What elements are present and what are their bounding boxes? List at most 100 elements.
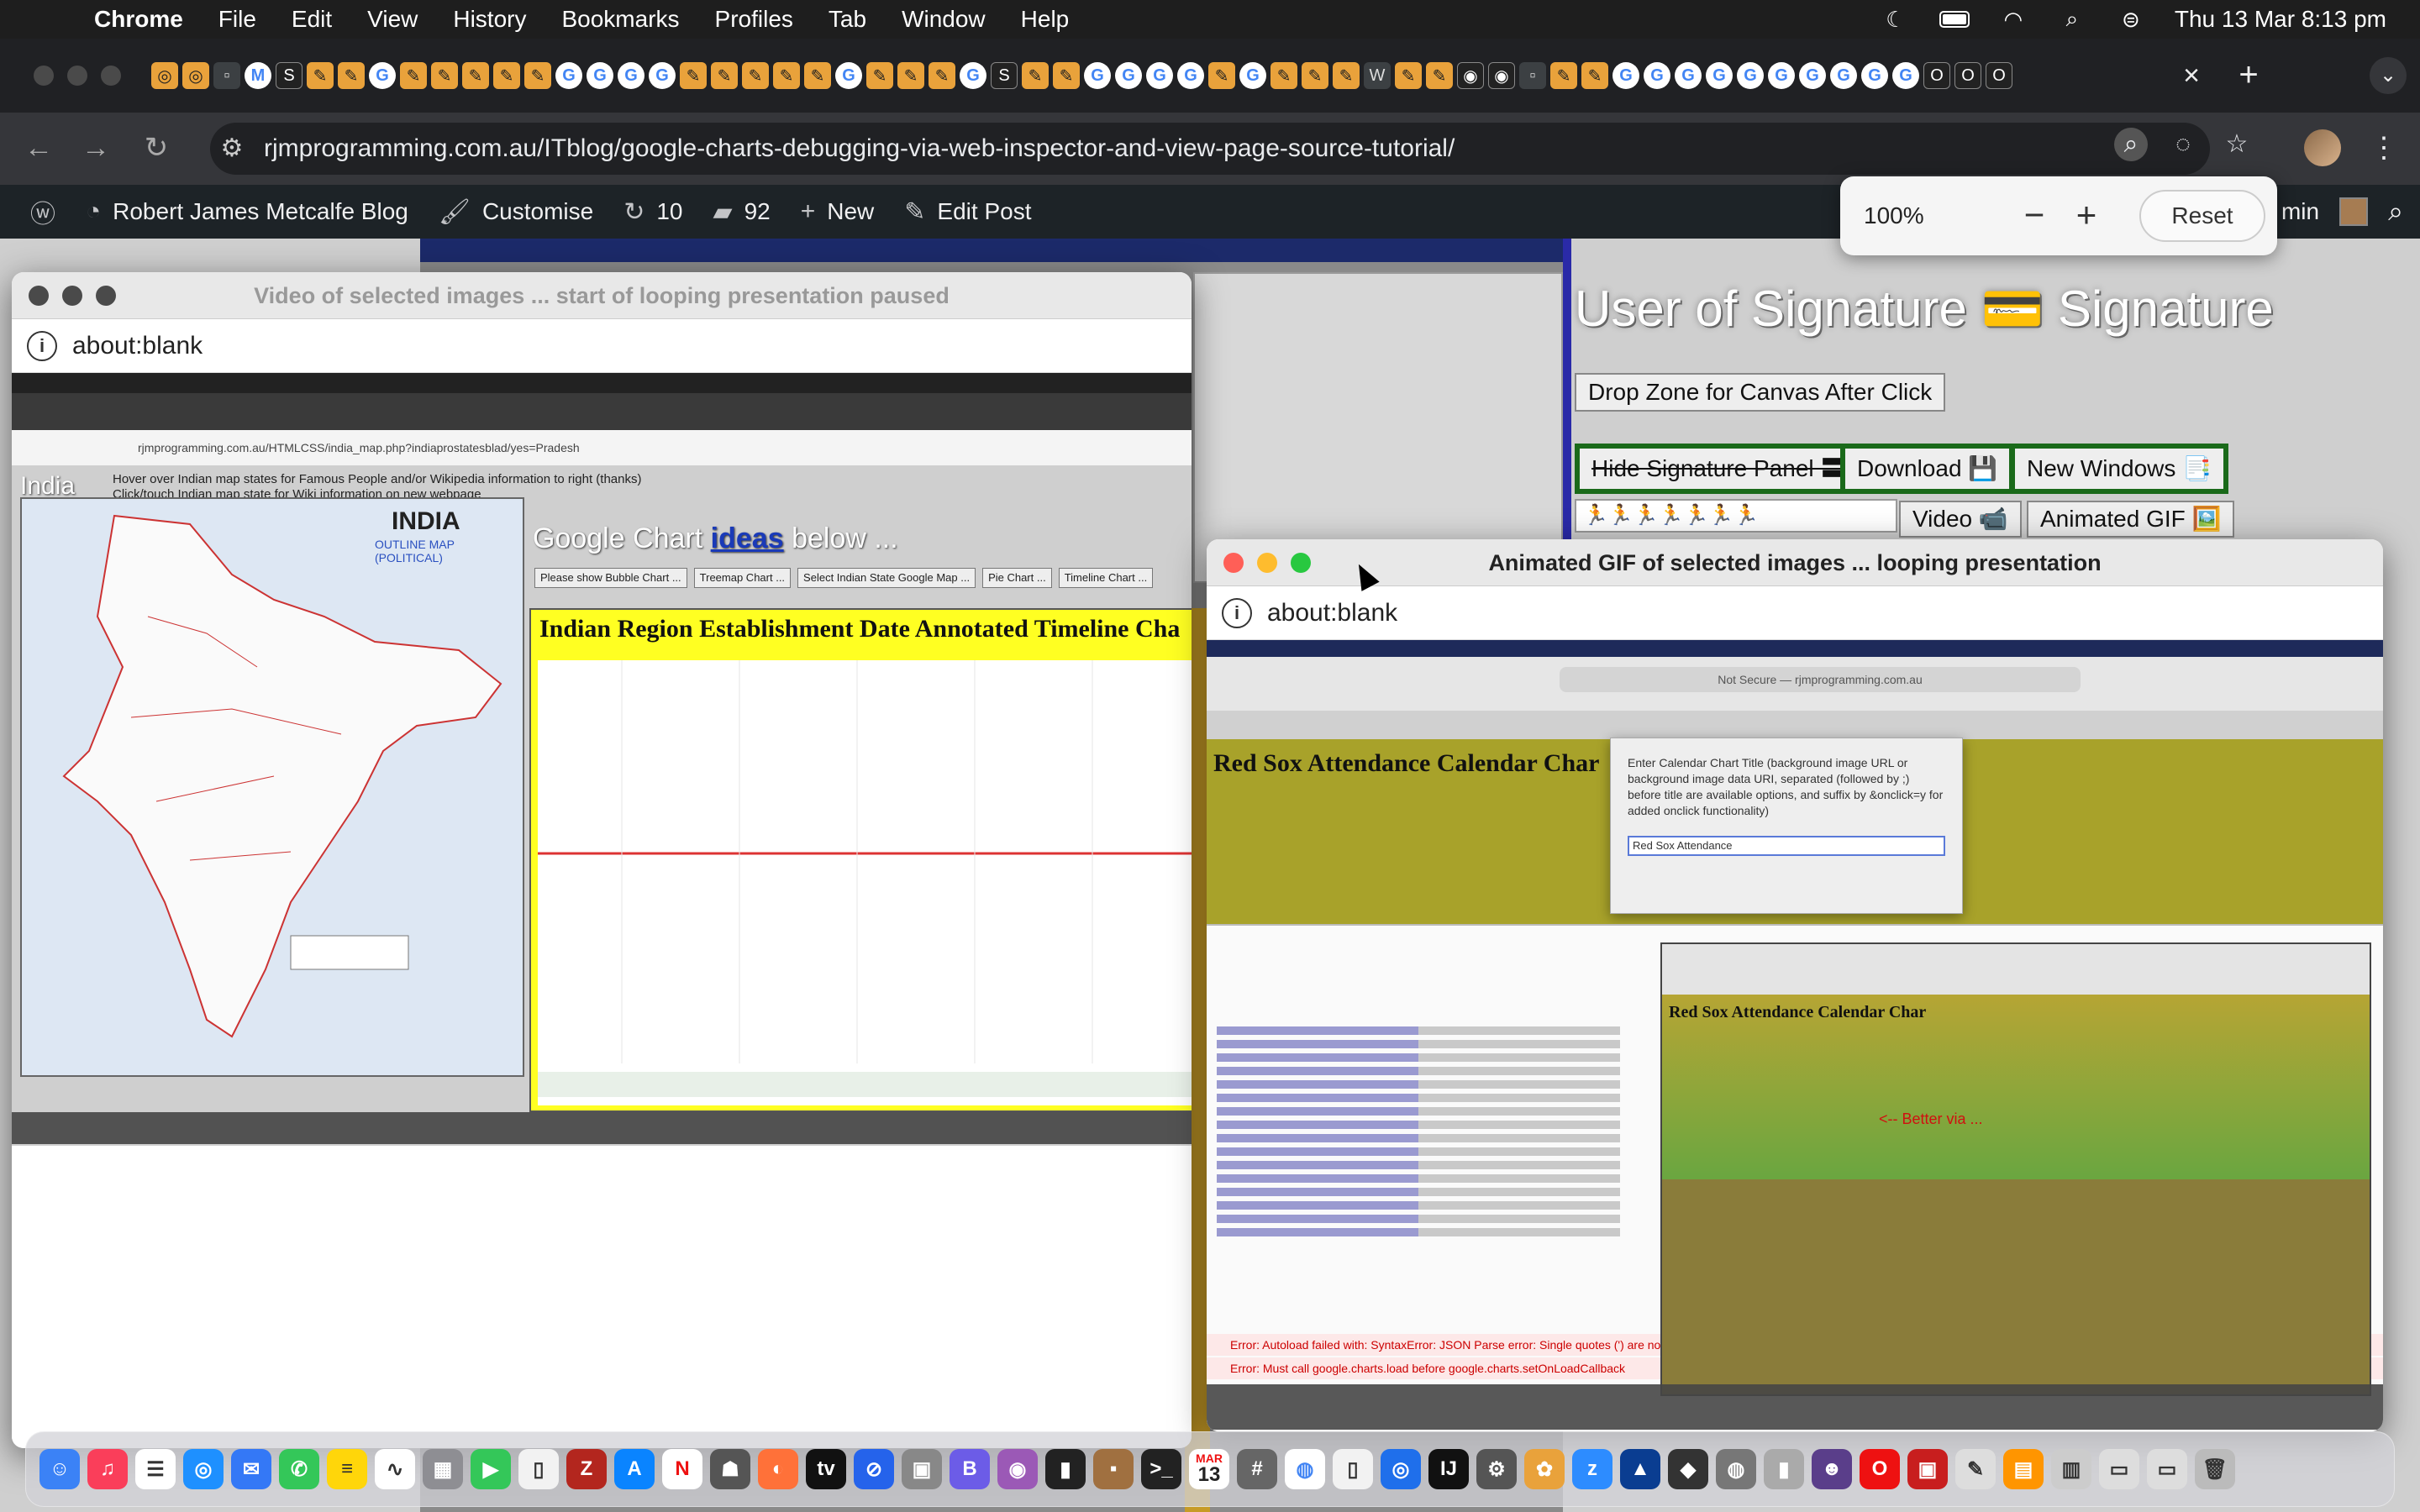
- app-icon-4[interactable]: ▮: [1764, 1449, 1804, 1489]
- tab-favicon-google[interactable]: G: [1830, 62, 1857, 89]
- menu-window[interactable]: Window: [902, 6, 986, 33]
- menu-edit[interactable]: Edit: [292, 6, 332, 33]
- app-store-icon[interactable]: A: [614, 1449, 655, 1489]
- blocker-icon[interactable]: ⊘: [854, 1449, 894, 1489]
- timeline-chart-button[interactable]: Timeline Chart ...: [1058, 568, 1154, 588]
- wp-updates-link[interactable]: ↻ 10: [623, 197, 682, 227]
- wp-edit-post-link[interactable]: ✎ Edit Post: [904, 197, 1031, 227]
- tab-favicon[interactable]: ✎: [773, 62, 800, 89]
- tab-favicon[interactable]: ✎: [400, 62, 427, 89]
- forward-arrow-icon[interactable]: →: [77, 129, 114, 166]
- reminders-icon[interactable]: ☰: [135, 1449, 176, 1489]
- tab-favicon[interactable]: W: [1364, 62, 1391, 89]
- wifi-icon[interactable]: ◠: [1998, 7, 2028, 32]
- app-icon-2[interactable]: ✿: [1524, 1449, 1565, 1489]
- tab-favicon-google[interactable]: G: [1737, 62, 1764, 89]
- wp-search-icon[interactable]: ⌕: [2388, 196, 2403, 228]
- tab-favicon-google[interactable]: G: [649, 62, 676, 89]
- tab-favicon-google[interactable]: G: [1768, 62, 1795, 89]
- tab-favicon-google[interactable]: G: [618, 62, 644, 89]
- textedit-icon[interactable]: ▯: [1333, 1449, 1373, 1489]
- tab-favicon[interactable]: O: [1986, 62, 2012, 89]
- tab-favicon[interactable]: ✎: [742, 62, 769, 89]
- window-thumbnail-icon[interactable]: ▭: [2099, 1449, 2139, 1489]
- finder-icon[interactable]: ☺: [39, 1449, 80, 1489]
- tab-favicon[interactable]: ✎: [897, 62, 924, 89]
- messages-icon[interactable]: ✆: [279, 1449, 319, 1489]
- tab-favicon[interactable]: ▫: [1519, 62, 1546, 89]
- zoom-out-button[interactable]: −: [2013, 195, 2055, 237]
- facetime-icon[interactable]: ▶: [471, 1449, 511, 1489]
- tab-favicon-google[interactable]: G: [369, 62, 396, 89]
- tab-favicon-google[interactable]: G: [1861, 62, 1888, 89]
- tab-favicon-google[interactable]: G: [1644, 62, 1670, 89]
- tab-favicon[interactable]: ✎: [680, 62, 707, 89]
- app-icon[interactable]: ▪: [1093, 1449, 1134, 1489]
- tab-favicon[interactable]: S: [276, 62, 302, 89]
- app-icon-3[interactable]: ▲: [1620, 1449, 1660, 1489]
- zoom-magnifier-icon[interactable]: ⌕: [2114, 128, 2148, 161]
- prompt-dialog-input[interactable]: Red Sox Attendance: [1628, 836, 1945, 856]
- news-icon[interactable]: N: [662, 1449, 702, 1489]
- wp-user-greeting[interactable]: min: [2281, 198, 2319, 225]
- control-center-icon[interactable]: ⊜: [2116, 7, 2146, 32]
- moon-icon[interactable]: ☾: [1881, 7, 1911, 32]
- calendar-icon[interactable]: MAR 13: [1189, 1449, 1229, 1489]
- animated-gif-button[interactable]: Animated GIF 🖼️: [2027, 501, 2235, 538]
- tab-favicon[interactable]: ✎: [524, 62, 551, 89]
- tab-favicon-google[interactable]: G: [1706, 62, 1733, 89]
- state-map-select[interactable]: Select Indian State Google Map ...: [797, 568, 976, 588]
- menu-help[interactable]: Help: [1021, 6, 1070, 33]
- battery-icon[interactable]: [1939, 8, 1970, 31]
- tab-favicon-google[interactable]: G: [1115, 62, 1142, 89]
- video-button[interactable]: Video 📹: [1899, 501, 2022, 538]
- menu-file[interactable]: File: [218, 6, 256, 33]
- tab-favicon-google[interactable]: G: [555, 62, 582, 89]
- video-window-titlebar[interactable]: Video of selected images ... start of lo…: [12, 272, 1192, 319]
- tab-favicon-google[interactable]: G: [587, 62, 613, 89]
- terminal-icon[interactable]: ▮: [1045, 1449, 1086, 1489]
- tab-favicon[interactable]: ✎: [1302, 62, 1328, 89]
- tab-favicon[interactable]: ✎: [462, 62, 489, 89]
- address-bar[interactable]: ⚙ rjmprogramming.com.au/ITblog/google-ch…: [210, 123, 2210, 175]
- tab-favicon[interactable]: ✎: [338, 62, 365, 89]
- tab-favicon-google[interactable]: G: [1612, 62, 1639, 89]
- zoom-icon[interactable]: z: [1572, 1449, 1612, 1489]
- terminal-icon-2[interactable]: >_: [1141, 1449, 1181, 1489]
- treemap-chart-button[interactable]: Treemap Chart ...: [693, 568, 792, 588]
- tab-favicon-google[interactable]: G: [1892, 62, 1919, 89]
- menubar-clock[interactable]: Thu 13 Mar 8:13 pm: [2175, 6, 2386, 33]
- tab-favicon[interactable]: ✎: [307, 62, 334, 89]
- tab-favicon-google[interactable]: G: [1146, 62, 1173, 89]
- safari-icon[interactable]: ◎: [183, 1449, 224, 1489]
- tab-favicon[interactable]: ✎: [1022, 62, 1049, 89]
- apple-tv-icon[interactable]: tv: [806, 1449, 846, 1489]
- downloads-folder-icon[interactable]: ▥: [2051, 1449, 2091, 1489]
- window-thumbnail-icon-2[interactable]: ▭: [2147, 1449, 2187, 1489]
- gif-window-address-bar[interactable]: i about:blank: [1207, 586, 2383, 640]
- sequel-pro-icon[interactable]: ◍: [1716, 1449, 1756, 1489]
- quicktime-icon[interactable]: ◎: [1381, 1449, 1421, 1489]
- document-icon[interactable]: ▯: [518, 1449, 559, 1489]
- new-windows-button[interactable]: New Windows 📑: [2010, 444, 2229, 494]
- drop-zone-button[interactable]: Drop Zone for Canvas After Click: [1575, 373, 1946, 412]
- info-icon[interactable]: i: [1222, 598, 1252, 628]
- podcasts-icon[interactable]: ◉: [997, 1449, 1038, 1489]
- wp-new-link[interactable]: + New: [801, 197, 875, 226]
- wp-comments-link[interactable]: ▰ 92: [713, 197, 771, 227]
- inkscape-icon[interactable]: ◆: [1668, 1449, 1708, 1489]
- menu-profiles[interactable]: Profiles: [715, 6, 793, 33]
- tab-favicon[interactable]: ✎: [1550, 62, 1577, 89]
- tab-favicon[interactable]: ◎: [182, 62, 209, 89]
- tab-favicon[interactable]: S: [991, 62, 1018, 89]
- tab-favicon[interactable]: ✎: [711, 62, 738, 89]
- menu-bookmarks[interactable]: Bookmarks: [561, 6, 679, 33]
- window-controls[interactable]: [34, 66, 121, 86]
- tab-favicon-gmail[interactable]: M: [245, 62, 271, 89]
- tab-favicon[interactable]: ✎: [1581, 62, 1608, 89]
- tab-favicon[interactable]: ✎: [431, 62, 458, 89]
- trash-icon[interactable]: 🗑: [2195, 1449, 2235, 1489]
- tab-favicon-google[interactable]: G: [960, 62, 986, 89]
- tab-favicon[interactable]: ✎: [493, 62, 520, 89]
- back-arrow-icon[interactable]: ←: [20, 129, 57, 166]
